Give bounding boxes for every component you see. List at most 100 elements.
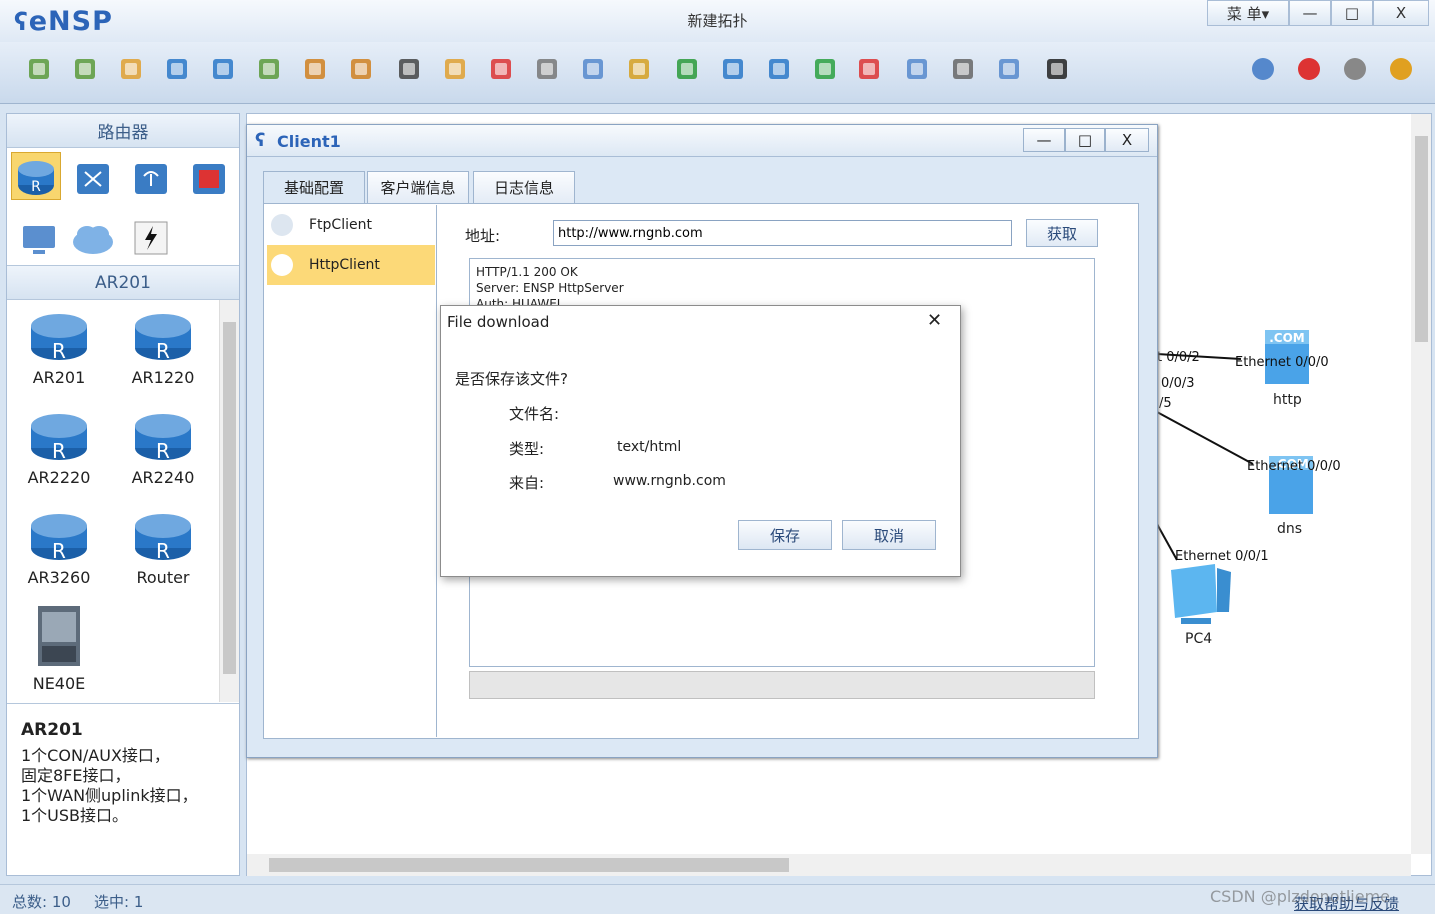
list-item-httpclient[interactable]: HttpClient bbox=[267, 245, 435, 285]
wireless-category-icon[interactable] bbox=[127, 154, 175, 202]
maximize-button[interactable]: □ bbox=[1331, 0, 1373, 26]
total-count: 总数: 10 bbox=[12, 893, 71, 911]
help-icon[interactable] bbox=[1384, 52, 1418, 86]
undo-icon[interactable] bbox=[298, 52, 332, 86]
device-name-label: dns bbox=[1277, 521, 1303, 537]
address-label: 地址: bbox=[465, 227, 501, 245]
cancel-button[interactable]: 取消 bbox=[842, 520, 936, 550]
address-input[interactable] bbox=[553, 220, 1012, 246]
minimize-button[interactable]: — bbox=[1289, 0, 1331, 26]
toolbar bbox=[0, 42, 1435, 104]
zoom-out-icon[interactable] bbox=[716, 52, 750, 86]
device-router[interactable]: R Router bbox=[111, 508, 215, 587]
device-label: Router bbox=[136, 568, 190, 587]
svg-text:R: R bbox=[52, 339, 66, 362]
grid-icon[interactable] bbox=[992, 52, 1026, 86]
capture-icon[interactable] bbox=[900, 52, 934, 86]
delete-icon[interactable] bbox=[484, 52, 518, 86]
svg-text:.COM: .COM bbox=[1269, 331, 1305, 345]
subcategory-title: AR201 bbox=[7, 266, 239, 300]
redo-icon[interactable] bbox=[344, 52, 378, 86]
device-ar1220[interactable]: R AR1220 bbox=[111, 308, 215, 387]
svg-text:R: R bbox=[156, 339, 170, 362]
router-category-icon[interactable]: R bbox=[11, 152, 61, 200]
device-label: AR3260 bbox=[27, 568, 91, 587]
firewall-category-icon[interactable] bbox=[185, 154, 233, 202]
huawei-icon[interactable] bbox=[1292, 52, 1326, 86]
device-name-label: http bbox=[1273, 392, 1302, 408]
new-lab-icon[interactable] bbox=[68, 52, 102, 86]
client-title-bar: ʕ Client1 — □ X bbox=[247, 125, 1157, 157]
info-line: 1个CON/AUX接口， bbox=[21, 746, 170, 765]
switch-category-icon[interactable] bbox=[69, 154, 117, 202]
progress-bar bbox=[469, 671, 1095, 699]
list-item-ftpclient[interactable]: FtpClient bbox=[267, 205, 435, 245]
client-title: Client1 bbox=[277, 132, 341, 151]
device-label: AR201 bbox=[32, 368, 86, 387]
device-label: AR2220 bbox=[27, 468, 91, 487]
client-close-button[interactable]: X bbox=[1105, 128, 1149, 152]
client-type-list: FtpClient HttpClient bbox=[265, 205, 437, 737]
cloud-category-icon[interactable] bbox=[69, 214, 117, 262]
info-line: 固定8FE接口， bbox=[21, 766, 131, 785]
cli-icon[interactable] bbox=[1040, 52, 1074, 86]
delete-link-icon[interactable] bbox=[530, 52, 564, 86]
port-label: Ethernet 0/0/0 bbox=[1235, 355, 1329, 370]
device-list-scrollbar[interactable] bbox=[219, 300, 239, 702]
save-as-icon[interactable] bbox=[206, 52, 240, 86]
new-topology-icon[interactable] bbox=[22, 52, 56, 86]
start-icon[interactable] bbox=[808, 52, 842, 86]
svg-text:R: R bbox=[52, 439, 66, 462]
device-info: AR201 1个CON/AUX接口， 固定8FE接口， 1个WAN侧uplink… bbox=[7, 704, 239, 826]
svg-text:R: R bbox=[52, 539, 66, 562]
selected-count: 选中: 1 bbox=[94, 893, 144, 911]
svg-text:R: R bbox=[156, 439, 170, 462]
from-label: 来自: bbox=[509, 474, 545, 492]
save-icon[interactable] bbox=[160, 52, 194, 86]
file-download-dialog: File download ✕ 是否保存该文件? 文件名: 类型: text/h… bbox=[440, 305, 961, 577]
select-icon[interactable] bbox=[392, 52, 426, 86]
dialog-title: File download bbox=[447, 313, 550, 331]
pc-category-icon[interactable] bbox=[15, 214, 63, 262]
device-ne40e[interactable]: NE40E bbox=[7, 604, 111, 693]
fit-icon[interactable] bbox=[762, 52, 796, 86]
vertical-scrollbar[interactable] bbox=[1411, 114, 1431, 854]
print-icon[interactable] bbox=[252, 52, 286, 86]
text-icon[interactable] bbox=[576, 52, 610, 86]
device-label: AR1220 bbox=[131, 368, 195, 387]
save-button[interactable]: 保存 bbox=[738, 520, 832, 550]
close-button[interactable]: X bbox=[1373, 0, 1429, 26]
zoom-in-icon[interactable] bbox=[670, 52, 704, 86]
tab-log-info[interactable]: 日志信息 bbox=[473, 171, 575, 203]
open-icon[interactable] bbox=[114, 52, 148, 86]
port-label: 0/0/3 bbox=[1161, 376, 1195, 391]
device-ar2220[interactable]: R AR2220 bbox=[7, 408, 111, 487]
port-label: Ethernet 0/0/0 bbox=[1247, 459, 1341, 474]
menu-button[interactable]: 菜 单▾ bbox=[1207, 0, 1289, 26]
settings-icon[interactable] bbox=[1338, 52, 1372, 86]
tab-basic-config[interactable]: 基础配置 bbox=[263, 171, 365, 203]
device-ar201[interactable]: R AR201 bbox=[7, 308, 111, 387]
type-label: 类型: bbox=[509, 440, 545, 458]
status-dot-icon bbox=[271, 254, 293, 276]
horizontal-scrollbar[interactable] bbox=[247, 854, 1411, 876]
rectangle-icon[interactable] bbox=[622, 52, 656, 86]
topology-icon[interactable] bbox=[946, 52, 980, 86]
device-ar3260[interactable]: R AR3260 bbox=[7, 508, 111, 587]
client-minimize-button[interactable]: — bbox=[1023, 128, 1065, 152]
pan-icon[interactable] bbox=[438, 52, 472, 86]
stop-icon[interactable] bbox=[852, 52, 886, 86]
device-name-label: PC4 bbox=[1185, 631, 1213, 647]
tab-client-info[interactable]: 客户端信息 bbox=[367, 171, 469, 203]
device-label: NE40E bbox=[32, 674, 86, 693]
pc-icon[interactable] bbox=[1167, 562, 1235, 632]
feedback-icon[interactable] bbox=[1246, 52, 1280, 86]
port-label: t 0/0/2 bbox=[1157, 350, 1200, 365]
client-maximize-button[interactable]: □ bbox=[1065, 128, 1105, 152]
device-ar2240[interactable]: R AR2240 bbox=[111, 408, 215, 487]
port-label: Ethernet 0/0/1 bbox=[1175, 549, 1269, 564]
filename-label: 文件名: bbox=[509, 405, 560, 423]
close-icon[interactable]: ✕ bbox=[927, 310, 942, 331]
fetch-button[interactable]: 获取 bbox=[1026, 219, 1098, 247]
cable-category-icon[interactable] bbox=[127, 214, 175, 262]
